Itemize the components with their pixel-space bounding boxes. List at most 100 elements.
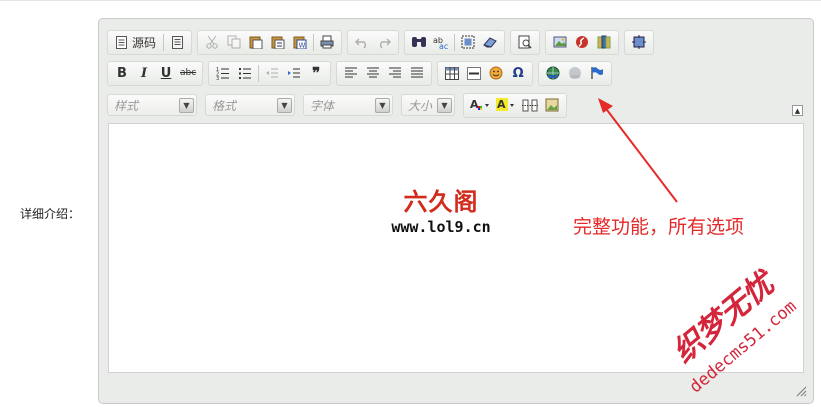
horizontal-rule-button[interactable] — [464, 64, 484, 83]
text-color-button[interactable]: A — [468, 96, 492, 115]
smiley-button[interactable] — [486, 64, 506, 83]
image-button[interactable] — [550, 33, 570, 52]
format-combo-label: 格式 — [212, 98, 237, 113]
unlink-icon — [569, 67, 582, 79]
link-button[interactable] — [543, 64, 563, 83]
strikethrough-button[interactable]: abc — [178, 64, 198, 83]
special-char-button[interactable]: Ω — [508, 64, 528, 83]
link-globe-icon — [546, 66, 560, 80]
strikethrough-icon: abc — [180, 68, 197, 78]
insert-image-button[interactable] — [542, 96, 562, 115]
preview-button[interactable] — [515, 33, 535, 52]
table-button[interactable] — [442, 64, 462, 83]
indent-button[interactable] — [284, 64, 304, 83]
find-button[interactable] — [409, 33, 429, 52]
replace-icon: abac — [433, 36, 448, 49]
align-right-button[interactable] — [385, 64, 405, 83]
toolbar-group-align — [336, 60, 433, 86]
outdent-icon — [266, 68, 279, 78]
toolbar-group-clipboard: W — [197, 29, 343, 55]
toolbar-row-1: 源码 W ab ac — [107, 29, 659, 55]
template-button[interactable] — [167, 33, 187, 52]
binoculars-icon — [412, 37, 427, 47]
undo-icon — [355, 38, 367, 49]
redo-button[interactable] — [374, 33, 394, 52]
chevron-down-icon: ▼ — [179, 97, 194, 113]
flash-button[interactable] — [572, 33, 592, 52]
toolbar-group-maximize — [624, 29, 655, 55]
document-icon — [116, 35, 127, 49]
chevron-down-icon: ▼ — [375, 97, 390, 113]
highlight-color-icon: A — [496, 98, 514, 111]
font-size-combo[interactable]: 大小 ▼ — [401, 94, 455, 116]
printer-icon — [320, 35, 334, 49]
bulleted-list-icon — [239, 68, 252, 79]
replace-button[interactable]: ab ac — [431, 33, 451, 52]
underline-button[interactable]: U — [156, 64, 176, 83]
copy-button[interactable] — [224, 33, 244, 52]
maximize-button[interactable] — [629, 33, 649, 52]
toolbar-group-colors: A A — [463, 92, 567, 118]
content-logo: 六久阁 www.lol9.cn — [371, 182, 511, 236]
align-left-icon — [344, 67, 357, 78]
toolbar-separator — [163, 33, 165, 51]
redo-icon — [380, 38, 392, 49]
bold-button[interactable]: B — [112, 64, 132, 83]
collapse-toolbar-button[interactable]: ▲ — [792, 105, 803, 116]
paste-text-button[interactable] — [268, 33, 288, 52]
style-combo-label: 样式 — [114, 98, 139, 113]
top-divider — [0, 0, 821, 1]
toolbar-group-basic-style: B I U abc — [107, 60, 204, 86]
flash-icon — [576, 36, 589, 48]
bulleted-list-button[interactable] — [235, 64, 255, 83]
cut-button[interactable] — [202, 33, 222, 52]
paste-button[interactable] — [246, 33, 266, 52]
unlink-button[interactable] — [565, 64, 585, 83]
paste-text-icon — [271, 36, 285, 49]
remove-format-button[interactable] — [480, 33, 500, 52]
toolbar-group-insert — [545, 29, 620, 55]
image-icon — [553, 36, 567, 48]
quote-icon: ❞ — [312, 64, 321, 82]
justify-icon — [410, 67, 423, 78]
background-color-button[interactable]: A — [494, 96, 518, 115]
page-break-icon — [522, 99, 538, 111]
italic-button[interactable]: I — [134, 64, 154, 83]
bold-icon: B — [117, 65, 127, 81]
eraser-icon — [483, 37, 497, 48]
svg-text:W: W — [299, 42, 306, 50]
logo-title: 六久阁 — [403, 187, 479, 216]
toolbar-group-links — [538, 60, 613, 86]
font-combo[interactable]: 字体 ▼ — [303, 94, 393, 116]
undo-button[interactable] — [352, 33, 372, 52]
toolbar-row-2: B I U abc 123 ❞ Ω — [107, 60, 617, 86]
media-button[interactable] — [594, 33, 614, 52]
align-center-button[interactable] — [363, 64, 383, 83]
clipboard-icon — [249, 36, 263, 49]
select-all-button[interactable] — [458, 33, 478, 52]
numbered-list-button[interactable]: 123 — [213, 64, 233, 83]
outdent-button[interactable] — [262, 64, 282, 83]
align-left-button[interactable] — [341, 64, 361, 83]
source-button-label: 源码 — [132, 35, 157, 50]
anchor-button[interactable] — [587, 64, 607, 83]
style-combo[interactable]: 样式 ▼ — [107, 94, 197, 116]
print-button[interactable] — [317, 33, 337, 52]
horizontal-rule-icon — [467, 66, 482, 80]
paste-word-button[interactable]: W — [290, 33, 310, 52]
justify-button[interactable] — [407, 64, 427, 83]
source-button[interactable]: 源码 — [112, 33, 160, 52]
page-break-button[interactable] — [520, 96, 540, 115]
template-icon — [171, 35, 183, 49]
watermark-logo: 织梦无忧 dedecms51.com — [666, 264, 800, 398]
indent-icon — [288, 68, 301, 78]
media-icon — [597, 35, 611, 49]
blockquote-button[interactable]: ❞ — [306, 64, 326, 83]
text-color-icon: A — [470, 98, 489, 111]
format-combo[interactable]: 格式 ▼ — [205, 94, 295, 116]
italic-icon: I — [140, 65, 148, 81]
omega-icon: Ω — [512, 65, 524, 81]
chevron-down-icon: ▼ — [437, 97, 452, 113]
toolbar-group-history — [347, 29, 400, 55]
table-icon — [445, 66, 460, 80]
